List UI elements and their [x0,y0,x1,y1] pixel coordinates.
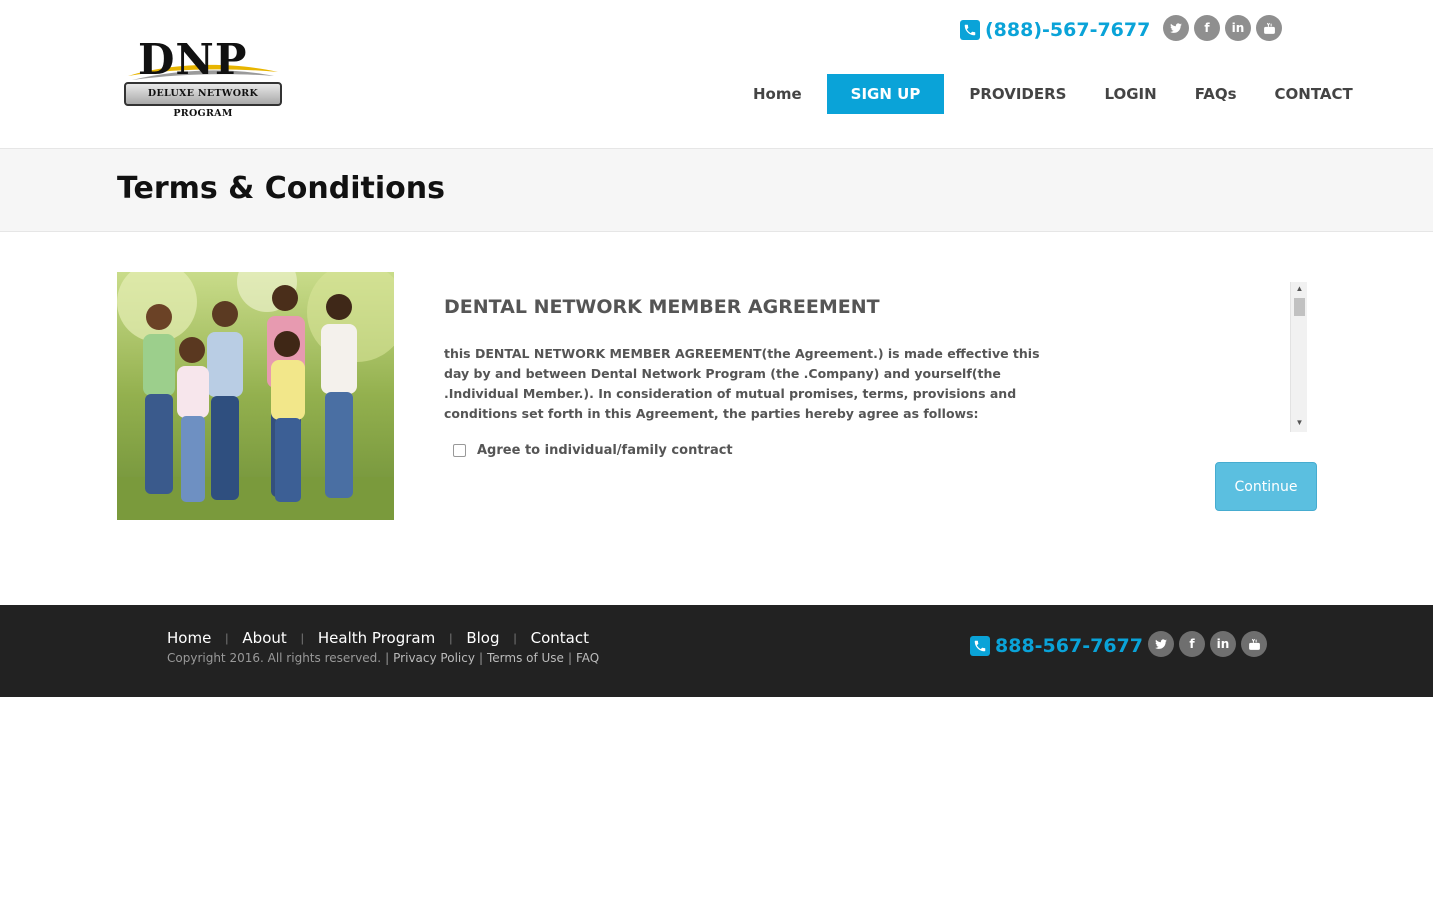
footer-phone-number[interactable]: 888-567-7677 [995,635,1143,657]
page-title: Terms & Conditions [117,171,445,206]
page-title-band: Terms & Conditions [0,148,1433,232]
twitter-icon[interactable] [1163,15,1189,41]
scroll-thumb[interactable] [1294,298,1305,316]
nav-faqs[interactable]: FAQs [1182,74,1250,114]
phone-icon [970,636,990,656]
footer-link-contact[interactable]: Contact [531,629,589,647]
copyright-separator: | [478,651,483,665]
header-phone-number[interactable]: (888)-567-7677 [985,19,1150,41]
terms-of-use-link[interactable]: Terms of Use [487,651,564,665]
footer-social-links: f in [1148,631,1267,657]
agreement-scrollbar[interactable]: ▲ ▼ [1290,282,1307,432]
footer-nav: Home | About | Health Program | Blog | C… [167,629,589,647]
linkedin-icon[interactable]: in [1210,631,1236,657]
scroll-down-arrow-icon[interactable]: ▼ [1291,418,1308,430]
linkedin-icon[interactable]: in [1225,15,1251,41]
family-photo [117,272,394,520]
facebook-icon[interactable]: f [1179,631,1205,657]
continue-button[interactable]: Continue [1215,462,1317,511]
agreement-box[interactable]: DENTAL NETWORK MEMBER AGREEMENT this DEN… [426,282,1308,432]
footer-link-blog[interactable]: Blog [466,629,499,647]
footer-link-health-program[interactable]: Health Program [318,629,435,647]
nav-home[interactable]: Home [740,74,815,114]
agreement-scroll-area[interactable]: DENTAL NETWORK MEMBER AGREEMENT this DEN… [426,282,1288,432]
copyright-line: Copyright 2016. All rights reserved. | P… [167,651,599,665]
copyright-text: Copyright 2016. All rights reserved. [167,651,382,665]
header-social-links: f in [1163,15,1282,41]
copyright-separator: | [385,651,390,665]
privacy-policy-link[interactable]: Privacy Policy [393,651,475,665]
footer-separator: | [449,631,453,645]
nav-contact[interactable]: CONTACT [1262,74,1366,114]
agree-checkbox-label[interactable]: Agree to individual/family contract [477,443,733,458]
dnp-logo[interactable]: DNP DELUXE NETWORK PROGRAM [124,35,284,119]
youtube-icon[interactable] [1256,15,1282,41]
footer-separator: | [300,631,304,645]
main-nav: Home SIGN UP PROVIDERS LOGIN FAQs CONTAC… [740,74,1366,114]
site-header: DNP DELUXE NETWORK PROGRAM (888)-567-767… [0,0,1433,148]
logo-plate: DELUXE NETWORK PROGRAM [124,82,282,119]
nav-login[interactable]: LOGIN [1091,74,1169,114]
youtube-icon[interactable] [1241,631,1267,657]
agree-row: Agree to individual/family contract [453,443,733,458]
faq-link[interactable]: FAQ [576,651,599,665]
twitter-icon[interactable] [1148,631,1174,657]
footer-separator: | [225,631,229,645]
footer-link-about[interactable]: About [242,629,286,647]
nav-providers[interactable]: PROVIDERS [956,74,1079,114]
nav-sign-up[interactable]: SIGN UP [826,74,945,114]
phone-icon [960,20,980,40]
agreement-body: this DENTAL NETWORK MEMBER AGREEMENT(the… [444,346,1040,421]
agreement-title: DENTAL NETWORK MEMBER AGREEMENT [444,296,880,318]
scroll-up-arrow-icon[interactable]: ▲ [1291,284,1308,296]
footer-separator: | [513,631,517,645]
copyright-separator: | [567,651,572,665]
header-phone[interactable]: (888)-567-7677 [960,17,1150,43]
facebook-icon[interactable]: f [1194,15,1220,41]
logo-letters: DNP [138,35,248,84]
footer-link-home[interactable]: Home [167,629,211,647]
agree-checkbox[interactable] [453,444,466,457]
footer-phone[interactable]: 888-567-7677 [970,635,1143,657]
